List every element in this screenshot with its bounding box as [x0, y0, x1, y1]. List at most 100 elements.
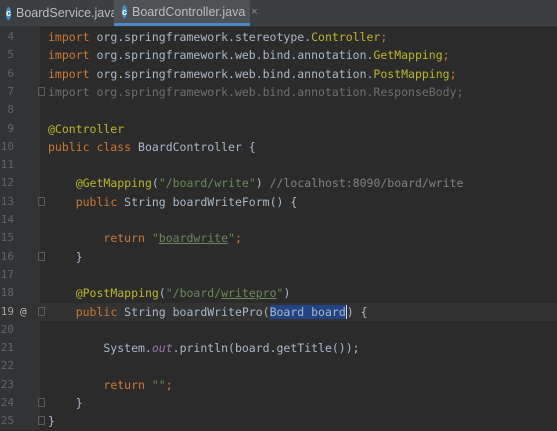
code-line[interactable]: 22 [0, 357, 557, 375]
line-number: 15 [0, 231, 14, 245]
code-token: ( [151, 176, 159, 191]
editor-tab-bar: c BoardService.java c BoardController.ja… [0, 0, 557, 27]
fold-icon[interactable] [38, 196, 45, 206]
code-line[interactable]: 17 [0, 266, 557, 284]
code-line[interactable]: 19 @ public String boardWritePro(Board bo… [0, 302, 557, 321]
fold-icon[interactable] [38, 398, 45, 407]
code-token: String boardWriteForm() { [124, 194, 298, 209]
line-number: 18 [0, 286, 14, 300]
close-tab-icon[interactable]: × [251, 6, 257, 18]
code-token: String boardWritePro( [124, 304, 270, 319]
kw-token: import [48, 48, 97, 63]
line-number: 10 [0, 139, 14, 153]
str-token: "/board/write" [158, 176, 256, 191]
code-token: org.springframework.stereotype. [96, 30, 312, 44]
code-line[interactable]: 23 return ""; [0, 376, 557, 394]
line-number: 6 [7, 66, 14, 80]
line-number: 24 [0, 396, 14, 409]
anno-token: PostMapping [373, 66, 450, 81]
fade-token: import org.springframework.web.bind.anno… [48, 84, 464, 99]
code-text: import org.springframework.stereotype.Co… [48, 28, 387, 46]
code-line[interactable]: 18 @PostMapping("/board/writepro") [0, 284, 557, 302]
line-number: 17 [0, 267, 14, 281]
tab-board-service[interactable]: c BoardService.java [4, 0, 117, 26]
code-line[interactable]: 5 import org.springframework.web.bind.ann… [0, 46, 557, 64]
line-number: 4 [7, 30, 14, 43]
str-token: " [151, 231, 159, 246]
line-number: 7 [7, 84, 14, 98]
code-text: return ""; [48, 376, 173, 394]
fold-icon[interactable] [38, 251, 45, 261]
fold-icon[interactable] [38, 86, 45, 96]
code-token: org.springframework.web.bind.annotation. [96, 66, 374, 81]
code-token: ( [158, 286, 166, 301]
str-token: "" [151, 377, 166, 392]
code-line[interactable]: 13 public String boardWriteForm() { [0, 193, 557, 211]
anno-token: Controller [311, 30, 381, 44]
code-text: public String boardWritePro(Board board)… [48, 303, 368, 321]
code-text: import org.springframework.web.bind.anno… [48, 83, 463, 101]
line-number: 19 [0, 304, 14, 318]
kw-token: return [103, 231, 152, 246]
kw-token: return [103, 377, 152, 392]
code-line[interactable]: 20 [0, 321, 557, 339]
str-token: " [228, 231, 235, 246]
code-text: return "boardwrite"; [48, 229, 242, 247]
code-token: ) { [346, 304, 368, 319]
it-token: out [151, 341, 173, 356]
kw-token: ; [449, 66, 457, 81]
code-line[interactable]: 14 [0, 211, 557, 229]
line-number: 21 [0, 341, 14, 355]
code-text: import org.springframework.web.bind.anno… [48, 46, 450, 64]
line-number: 14 [0, 213, 14, 226]
code-line[interactable]: 24 } [0, 394, 557, 412]
code-line[interactable]: 15 return "boardwrite"; [0, 229, 557, 247]
code-line[interactable]: 8 [0, 101, 557, 119]
anno-token: @GetMapping [75, 176, 152, 191]
kw-token: ; [380, 30, 388, 44]
str-token: "/board/ [165, 286, 222, 301]
java-class-icon: c [6, 6, 12, 20]
code-token: BoardController { [138, 139, 256, 154]
code-line[interactable]: 10 public class BoardController { [0, 138, 557, 156]
string-token: writepro [221, 286, 277, 301]
kw-token: import [48, 66, 97, 81]
string-token: boardwrite [158, 231, 229, 246]
code-line[interactable]: 7 import org.springframework.web.bind.ann… [0, 83, 557, 101]
code-editor[interactable]: 4 import org.springframework.stereotype.C… [0, 27, 557, 430]
tab-label: BoardController.java [132, 4, 246, 19]
code-token: System. [48, 341, 152, 356]
fold-icon[interactable] [38, 306, 45, 316]
kw-token: ; [234, 231, 242, 246]
code-text: System.out.println(board.getTitle()); [48, 339, 359, 357]
code-line[interactable]: 21 System.out.println(board.getTitle()); [0, 339, 557, 357]
line-number: 11 [0, 158, 14, 172]
code-line[interactable]: 12 @GetMapping("/board/write") //localho… [0, 174, 557, 192]
code-line[interactable]: 16 } [0, 248, 557, 266]
code-line[interactable]: 9 @Controller [0, 120, 557, 138]
anno-token: @Controller [48, 121, 125, 136]
implemented-annotation-icon[interactable]: @ [20, 303, 27, 321]
code-line[interactable]: 25} [0, 412, 557, 430]
code-text: @GetMapping("/board/write") //localhost:… [48, 174, 464, 192]
kw-token: public class [48, 139, 139, 154]
code-line[interactable]: 6 import org.springframework.web.bind.ann… [0, 65, 557, 83]
code-line[interactable]: 4 import org.springframework.stereotype.C… [0, 28, 557, 46]
code-text: import org.springframework.web.bind.anno… [48, 65, 457, 83]
anno-token: @PostMapping [75, 286, 159, 301]
code-text: } [48, 412, 55, 430]
kw-token: ; [165, 377, 173, 392]
kw-token: import [48, 30, 97, 44]
code-line[interactable]: 11 [0, 156, 557, 174]
line-number: 12 [0, 176, 14, 190]
tab-board-controller[interactable]: c BoardController.java × [114, 0, 258, 26]
anno-token: GetMapping [373, 48, 443, 63]
code-text: @PostMapping("/board/writepro") [48, 284, 291, 302]
code-text: @Controller [48, 120, 124, 138]
fold-icon[interactable] [38, 416, 45, 426]
line-number: 9 [7, 121, 14, 135]
